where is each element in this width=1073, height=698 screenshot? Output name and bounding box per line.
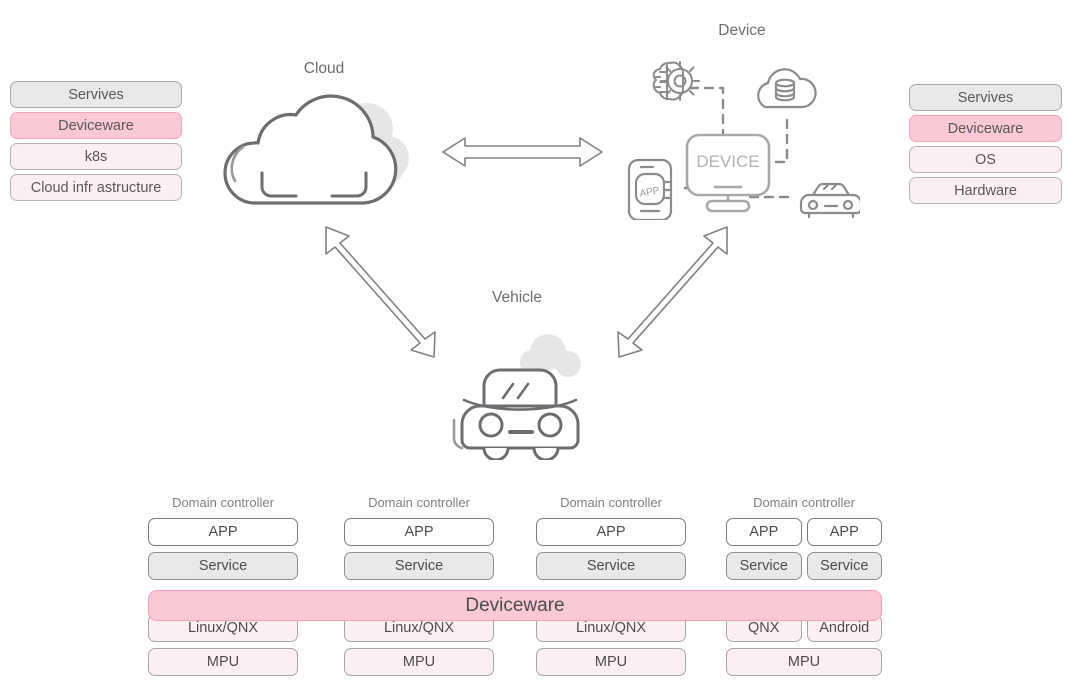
layer-box-hardware: Hardware [909,177,1062,204]
arrow-cloud-vehicle [315,222,445,367]
service-label: Service [394,558,444,574]
app-label: APP [829,524,859,540]
layer-box-os: OS [909,146,1062,173]
cloud-node-title: Cloud [303,60,345,77]
service-box: Service [726,552,802,580]
os-label: Linux/QNX [187,620,259,636]
layer-box-servives: Servives [909,84,1062,111]
layer-box-deviceware: Deviceware [10,112,182,139]
mpu-box: MPU [726,648,882,676]
device-layer-stack: Servives Deviceware OS Hardware [909,84,1062,204]
layer-box-deviceware: Deviceware [909,115,1062,142]
app-row: APP [536,518,686,546]
deviceware-bar: Deviceware [148,590,882,621]
ai-brain-gear-icon [652,61,700,101]
service-box: Service [806,552,882,580]
domain-controller-label: Domain controller [172,495,274,510]
device-monitor-icon: APP DEVICE [615,45,863,225]
mpu-box: MPU [148,648,298,676]
app-box: APP [148,518,298,546]
domain-controller-column-1: Domain controller APP Service Linux/QNX MPU [148,494,298,676]
car-front-icon [440,320,610,465]
os-label: QNX [748,620,780,636]
layer-box-label: Deviceware [58,117,134,134]
mpu-label: MPU [594,654,628,670]
vehicle-node-title: Vehicle [492,289,542,306]
app-box: APP [806,518,882,546]
layer-box-label: OS [975,151,996,168]
app-row: APP APP [726,518,882,546]
os-label: Android [819,620,870,636]
layer-box-cloud-infr-astructure: Cloud infr astructure [10,174,182,201]
domain-controller-label: Domain controller [368,495,470,510]
arrow-device-vehicle [608,222,738,367]
service-label: Service [586,558,636,574]
service-label: Service [820,558,869,574]
layer-box-label: k8s [84,148,108,165]
car-icon [799,182,863,219]
layer-box-label: Cloud infr astructure [30,179,162,196]
app-label: APP [749,524,779,540]
domain-controller-label: Domain controller [560,495,662,510]
service-row: Service [344,552,494,580]
domain-controller-column-2: Domain controller APP Service Linux/QNX MPU [344,494,494,676]
device-node-title: Device [718,22,766,39]
cloud-icon [215,85,415,220]
domain-controller-label: Domain controller [753,495,855,510]
os-label: Linux/QNX [383,620,455,636]
app-label: APP [404,524,434,540]
layer-box-label: Deviceware [947,120,1024,137]
mpu-box: MPU [344,648,494,676]
service-box: Service [148,552,298,580]
layer-box-k8s: k8s [10,143,182,170]
app-box: APP [536,518,686,546]
mpu-box: MPU [536,648,686,676]
phone-app-icon: APP [627,158,673,222]
app-label: APP [208,524,238,540]
domain-controller-column-4: Domain controller APP APP Service Service QNX… [726,494,882,676]
deviceware-bar-label: Deviceware [465,594,565,616]
mpu-row: MPU [536,648,686,676]
layer-box-label: Servives [68,86,124,103]
service-row: Service Service [726,552,882,580]
mpu-label: MPU [787,654,821,670]
app-box: APP [726,518,802,546]
mpu-label: MPU [206,654,240,670]
service-label: Service [739,558,788,574]
service-label: Service [198,558,248,574]
app-label: APP [596,524,626,540]
service-row: Service [536,552,686,580]
app-box: APP [344,518,494,546]
service-box: Service [344,552,494,580]
cloud-layer-stack: Servives Deviceware k8s Cloud infr astructu… [10,81,182,201]
cloud-database-icon [757,68,817,109]
arrow-cloud-device [435,128,610,181]
app-row: APP [148,518,298,546]
device-monitor-label: DEVICE [696,152,759,171]
mpu-row: MPU [726,648,882,676]
layer-box-label: Servives [957,89,1014,106]
layer-box-servives: Servives [10,81,182,108]
mpu-row: MPU [344,648,494,676]
service-box: Service [536,552,686,580]
mpu-label: MPU [402,654,436,670]
mpu-row: MPU [148,648,298,676]
os-label: Linux/QNX [575,620,647,636]
service-row: Service [148,552,298,580]
domain-controller-column-3: Domain controller APP Service Linux/QNX MPU [536,494,686,676]
layer-box-label: Hardware [954,182,1017,199]
app-row: APP [344,518,494,546]
